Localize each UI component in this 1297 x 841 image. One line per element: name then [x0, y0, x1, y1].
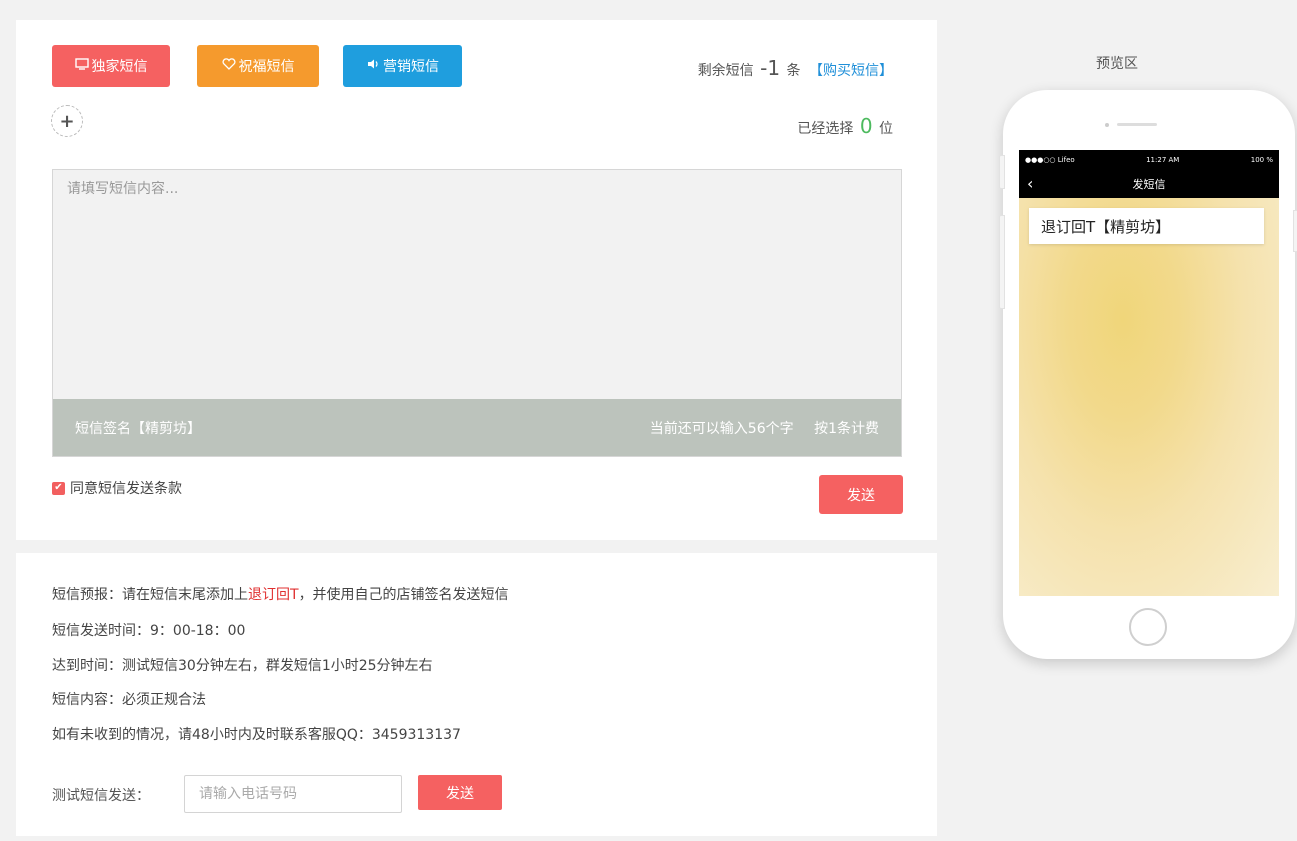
plus-icon: +	[59, 110, 75, 132]
heart-icon	[221, 58, 236, 74]
remaining-unit: 条	[786, 63, 801, 79]
marketing-sms-label: 营销短信	[383, 59, 439, 75]
remaining-label: 剩余短信	[697, 63, 754, 79]
sms-compose-panel: 独家短信 祝福短信 营销短信 剩余短信 -1 条 【购买短信】 + 已经选择 0…	[16, 20, 937, 540]
notice-suffix: ，并使用自己的店铺签名发送短信	[298, 587, 509, 603]
back-chevron-icon: ‹	[1027, 174, 1034, 193]
phone-side-key	[999, 155, 1005, 189]
sms-content-input[interactable]	[53, 170, 901, 399]
speaker-icon	[366, 58, 380, 74]
blessing-sms-button[interactable]: 祝福短信	[197, 45, 319, 87]
info-line-notice: 短信预报：请在短信末尾添加上退订回T，并使用自己的店铺签名发送短信	[52, 584, 509, 604]
preview-area: 预览区 ●●●○○ Lifeo 11:27 AM 100 % ‹ 发短信 退订回…	[937, 0, 1297, 841]
checkmark-icon: ✔	[52, 481, 65, 495]
phone-volume-key	[999, 215, 1005, 309]
status-carrier: ●●●○○ Lifeo	[1025, 156, 1075, 164]
phone-power-key	[1293, 210, 1297, 252]
send-button[interactable]: 发送	[819, 475, 903, 514]
selected-number: 0	[859, 114, 873, 138]
agree-terms-label: 同意短信发送条款	[70, 481, 182, 497]
monitor-icon	[74, 58, 89, 74]
test-send-button[interactable]: 发送	[418, 775, 502, 810]
selected-count: 已经选择 0 位	[797, 114, 893, 138]
sms-content-box: 短信签名【精剪坊】 当前还可以输入56个字 按1条计费	[52, 169, 902, 457]
phone-status-bar: ●●●○○ Lifeo 11:27 AM 100 %	[1019, 150, 1279, 170]
phone-speaker	[1117, 123, 1157, 126]
phone-home-button	[1129, 608, 1167, 646]
agree-terms-checkbox[interactable]: ✔ 同意短信发送条款	[52, 478, 182, 498]
remaining-number: -1	[760, 56, 781, 80]
phone-number-input[interactable]	[184, 775, 402, 813]
selected-label: 已经选择	[797, 121, 854, 137]
status-time: 11:27 AM	[1146, 156, 1180, 164]
sms-signature: 短信签名【精剪坊】	[75, 420, 201, 437]
phone-nav-bar: ‹ 发短信	[1019, 170, 1279, 198]
phone-camera	[1105, 123, 1109, 127]
billing-text: 按1条计费	[814, 420, 879, 437]
blessing-sms-label: 祝福短信	[238, 59, 295, 75]
info-line-content-rule: 短信内容：必须正规合法	[52, 692, 206, 708]
exclusive-sms-button[interactable]: 独家短信	[52, 45, 170, 87]
phone-nav-title: 发短信	[1132, 178, 1166, 191]
status-battery: 100 %	[1250, 156, 1273, 164]
preview-message-bubble: 退订回T【精剪坊】	[1029, 208, 1264, 244]
buy-sms-link[interactable]: 【购买短信】	[809, 63, 893, 79]
selected-unit: 位	[879, 121, 893, 137]
notice-highlight: 退订回T	[248, 587, 299, 603]
phone-mockup: ●●●○○ Lifeo 11:27 AM 100 % ‹ 发短信 退订回T【精剪…	[999, 90, 1297, 659]
exclusive-sms-label: 独家短信	[91, 59, 148, 75]
info-line-support: 如有未收到的情况，请48小时内及时联系客服QQ：3459313137	[52, 727, 461, 743]
sms-footer-bar: 短信签名【精剪坊】 当前还可以输入56个字 按1条计费	[53, 399, 901, 456]
remaining-sms-count: 剩余短信 -1 条 【购买短信】	[698, 56, 893, 80]
sms-info-panel: 短信预报：请在短信末尾添加上退订回T，并使用自己的店铺签名发送短信 短信发送时间…	[16, 553, 937, 836]
char-remaining-text: 当前还可以输入56个字	[649, 420, 794, 437]
preview-title: 预览区	[1096, 56, 1138, 72]
info-line-send-time: 短信发送时间：9：00-18：00	[52, 623, 246, 639]
add-recipient-button[interactable]: +	[51, 105, 83, 137]
info-line-arrival-time: 达到时间：测试短信30分钟左右，群发短信1小时25分钟左右	[52, 658, 433, 674]
sms-counter: 当前还可以输入56个字 按1条计费	[634, 418, 879, 438]
notice-prefix: 短信预报：请在短信末尾添加上	[52, 587, 248, 603]
test-send-label: 测试短信发送：	[52, 788, 150, 804]
phone-screen: ●●●○○ Lifeo 11:27 AM 100 % ‹ 发短信 退订回T【精剪…	[1019, 150, 1279, 596]
marketing-sms-button[interactable]: 营销短信	[343, 45, 462, 87]
